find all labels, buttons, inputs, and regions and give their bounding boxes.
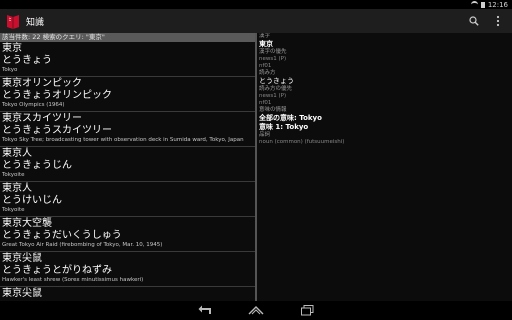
reading-label: 読み方	[259, 70, 276, 76]
sense-label: 意味の情報	[259, 107, 287, 113]
pos-value: noun (common) (futsuumeishi)	[259, 139, 345, 145]
result-kanji: 東京尖鼠	[2, 253, 42, 264]
result-kanji: 東京尖鼠	[2, 288, 42, 299]
result-kanji: 東京スカイツリー	[2, 113, 82, 124]
result-reading: とうきょうとがりねずみ	[2, 265, 112, 276]
result-gloss: Tokyo Sky Tree; broadcasting tower with …	[2, 137, 244, 143]
reading-value: とうきょう	[259, 77, 294, 85]
status-icons: 12:16	[470, 0, 508, 9]
book-logo-icon[interactable]	[6, 13, 20, 29]
result-reading: とうきょうじん	[2, 160, 72, 171]
result-kanji: 東京	[2, 43, 22, 54]
result-reading: とうきょう	[2, 55, 52, 66]
kanji-priority-tag: news1 (P)	[259, 56, 287, 62]
result-item[interactable]: 東京スカイツリー とうきょうスカイツリー Tokyo Sky Tree; bro…	[0, 112, 255, 147]
kanji-value: 東京	[259, 40, 273, 48]
result-reading: とうきょうオリンピック	[2, 90, 112, 101]
result-item[interactable]: 東京大空襲 とうきょうだいくうしゅう Great Tokyo Air Raid …	[0, 217, 255, 252]
kanji-label: 漢字	[259, 33, 271, 39]
overflow-menu-icon[interactable]	[490, 13, 506, 29]
result-item[interactable]: 東京尖鼠 とうきょうとがりねずみ Hawker's least shrew (S…	[0, 252, 255, 287]
wifi-icon	[470, 1, 478, 8]
result-item[interactable]: 東京人 とうきょうじん Tokyoite	[0, 147, 255, 182]
search-icon[interactable]	[466, 13, 482, 29]
reading-priority-label: 読み方の優先	[259, 86, 293, 92]
action-bar: 知識	[0, 9, 512, 34]
pos-label: 品詞	[259, 132, 271, 138]
result-gloss: Great Tokyo Air Raid (firebombing of Tok…	[2, 242, 163, 248]
detail-pane: 漢字 東京 漢字の優先 news1 (P) nf01 読み方 とうきょう 読み方…	[257, 33, 512, 301]
result-item[interactable]: 東京 とうきょう Tokyo	[0, 42, 255, 77]
result-kanji: 東京大空襲	[2, 218, 52, 229]
recent-apps-icon[interactable]	[299, 303, 315, 317]
result-gloss: Tokyoite	[2, 207, 25, 213]
result-item[interactable]: 東京尖鼠	[0, 287, 255, 301]
results-pane[interactable]: 該当件数: 22 検索のクエリ: "東京" 東京 とうきょう Tokyo 東京オ…	[0, 33, 255, 301]
result-gloss: Tokyo	[2, 67, 18, 73]
kanji-priority-tag: nf01	[259, 63, 272, 69]
clock: 12:16	[487, 0, 508, 9]
kanji-priority-label: 漢字の優先	[259, 49, 287, 55]
result-kanji: 東京人	[2, 148, 32, 159]
back-icon[interactable]	[197, 303, 213, 317]
result-reading: とうきょうスカイツリー	[2, 125, 112, 136]
result-gloss: Hawker's least shrew (Sorex minutissimus…	[2, 277, 144, 283]
result-item[interactable]: 東京人 とうけいじん Tokyoite	[0, 182, 255, 217]
result-reading: とうきょうだいくうしゅう	[2, 230, 122, 241]
reading-priority-tag: news1 (P)	[259, 93, 287, 99]
result-reading: とうけいじん	[2, 195, 62, 206]
all-meanings: 全部の意味: Tokyo	[259, 114, 322, 122]
meaning-item: 意味 1: Tokyo	[259, 123, 309, 131]
home-icon[interactable]	[248, 303, 264, 317]
result-kanji: 東京オリンピック	[2, 78, 82, 89]
battery-icon	[480, 1, 485, 8]
navigation-bar	[0, 301, 512, 320]
result-kanji: 東京人	[2, 183, 32, 194]
result-gloss: Tokyo Olympics (1964)	[2, 102, 65, 108]
status-bar: 12:16	[0, 0, 512, 9]
result-count: 該当件数: 22 検索のクエリ: "東京"	[0, 33, 255, 42]
reading-priority-tag: nf01	[259, 100, 272, 106]
app-title: 知識	[26, 18, 45, 28]
result-item[interactable]: 東京オリンピック とうきょうオリンピック Tokyo Olympics (196…	[0, 77, 255, 112]
result-gloss: Tokyoite	[2, 172, 25, 178]
